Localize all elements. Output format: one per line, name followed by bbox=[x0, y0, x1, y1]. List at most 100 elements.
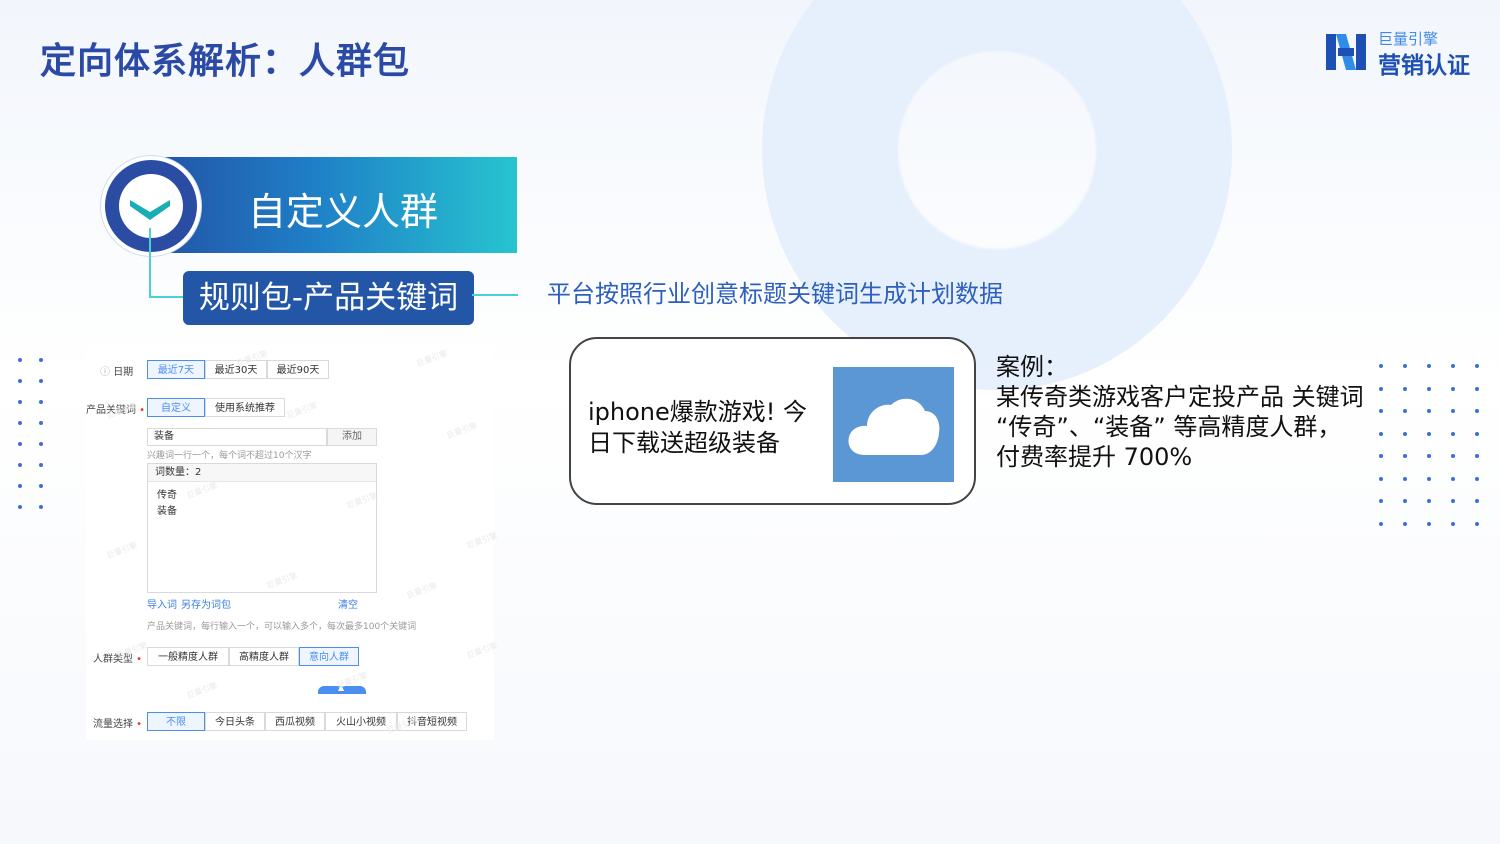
decorative-dot bbox=[1403, 499, 1407, 503]
logo-title: 营销认证 bbox=[1378, 53, 1470, 79]
decorative-dot bbox=[1403, 476, 1407, 481]
save-as-package-link[interactable]: 另存为词包 bbox=[181, 596, 231, 611]
keyword-mode-custom[interactable]: 自定义 bbox=[147, 398, 205, 417]
crowd-option-high[interactable]: 高精度人群 bbox=[229, 647, 299, 666]
decorative-dot bbox=[1451, 386, 1455, 391]
case-ad-card: iphone爆款游戏! 今日下载送超级装备 bbox=[569, 337, 976, 505]
crowd-option-general[interactable]: 一般精度人群 bbox=[147, 647, 229, 666]
watermark-text: 巨量引擎 bbox=[105, 540, 139, 561]
connector-vertical bbox=[149, 228, 151, 298]
decorative-dot bbox=[1379, 521, 1383, 526]
decorative-dot bbox=[1475, 521, 1479, 526]
watermark-text: 巨量引擎 bbox=[465, 640, 499, 661]
traffic-option-all[interactable]: 不限 bbox=[147, 712, 205, 731]
clear-link[interactable]: 清空 bbox=[338, 596, 358, 611]
logo-mark-icon bbox=[1326, 34, 1366, 70]
decorative-dot bbox=[18, 379, 22, 383]
decorative-dot bbox=[1451, 364, 1455, 368]
input-hint: 兴趣词一行一个，每个词不超过10个汉字 bbox=[147, 451, 312, 461]
rule-description: 平台按照行业创意标题关键词生成计划数据 bbox=[547, 280, 1003, 308]
decorative-dot bbox=[18, 358, 22, 362]
decorative-dot bbox=[1427, 499, 1431, 503]
date-option-90d[interactable]: 最近90天 bbox=[267, 360, 329, 379]
decorative-dot bbox=[39, 379, 43, 383]
watermark-text: 巨量引擎 bbox=[465, 530, 499, 551]
watermark-text: 巨量引擎 bbox=[405, 580, 439, 601]
cloud-icon bbox=[848, 398, 940, 455]
watermark-text: 巨量引擎 bbox=[185, 680, 219, 701]
traffic-label: 流量选择 • bbox=[93, 719, 143, 730]
connector-left bbox=[149, 296, 185, 298]
decorative-dot bbox=[39, 400, 43, 404]
watermark-text: 巨量引擎 bbox=[445, 420, 479, 441]
info-icon: ⓘ bbox=[100, 367, 110, 378]
decorative-dot bbox=[1475, 431, 1479, 436]
custom-audience-banner: 自定义人群 bbox=[148, 157, 517, 253]
crowd-option-intent[interactable]: 意向人群 bbox=[299, 647, 359, 666]
decorative-dot bbox=[1451, 499, 1455, 503]
decorative-dot bbox=[1427, 409, 1431, 413]
brand-logo: 巨量引擎 营销认证 bbox=[1324, 28, 1474, 79]
watermark-text: 巨量引擎 bbox=[285, 400, 319, 421]
decorative-dot bbox=[1475, 364, 1479, 368]
decorative-dot bbox=[18, 484, 22, 488]
decorative-dot bbox=[1451, 521, 1455, 526]
ad-image-placeholder bbox=[833, 367, 954, 482]
case-line-3: 付费率提升 700% bbox=[996, 443, 1193, 471]
decorative-dot bbox=[39, 421, 43, 425]
page-title: 定向体系解析：人群包 bbox=[40, 41, 411, 82]
keyword-item: 装备 bbox=[157, 506, 177, 517]
keyword-item: 传奇 bbox=[157, 490, 177, 501]
decorative-dot bbox=[1427, 431, 1431, 436]
case-line-2: “传奇”、“装备” 等高精度人群， bbox=[996, 413, 1342, 441]
decorative-dot bbox=[1427, 521, 1431, 526]
case-heading: 案例： bbox=[996, 353, 1068, 381]
keyword-list-box[interactable]: 词数量：2 传奇 装备 bbox=[147, 463, 377, 593]
case-line-1: 某传奇类游戏客户定投产品 关键词 bbox=[996, 383, 1364, 411]
traffic-option-xigua[interactable]: 西瓜视频 bbox=[265, 712, 325, 731]
decorative-dot bbox=[1379, 499, 1383, 503]
keyword-input[interactable]: 装备 bbox=[147, 428, 327, 446]
decorative-dot bbox=[39, 358, 43, 362]
decorative-dot bbox=[39, 484, 43, 488]
decorative-dot bbox=[1451, 454, 1455, 458]
decorative-dot bbox=[39, 505, 43, 509]
keyword-hint: 产品关键词，每行输入一个，可以输入多个，每次最多100个关键词 bbox=[147, 622, 417, 632]
date-label: ⓘ 日期 bbox=[100, 367, 134, 378]
decorative-dot bbox=[1451, 409, 1455, 413]
chevron-check-icon bbox=[130, 200, 170, 220]
case-description: 案例： 某传奇类游戏客户定投产品 关键词 “传奇”、“装备” 等高精度人群， 付… bbox=[996, 352, 1416, 472]
decorative-dot bbox=[1475, 454, 1479, 458]
decorative-dot bbox=[1451, 476, 1455, 481]
decorative-dot bbox=[1427, 454, 1431, 458]
decorative-dot bbox=[1427, 476, 1431, 481]
decorative-dot bbox=[39, 442, 43, 446]
add-keyword-button[interactable]: 添加 bbox=[327, 428, 377, 446]
rule-package-label: 规则包-产品关键词 bbox=[183, 271, 474, 325]
decorative-dot bbox=[39, 463, 43, 467]
decorative-dot bbox=[1475, 409, 1479, 413]
decorative-dot bbox=[18, 463, 22, 467]
keyword-mode-system[interactable]: 使用系统推荐 bbox=[205, 398, 285, 417]
ad-creative-text: iphone爆款游戏! 今日下载送超级装备 bbox=[588, 398, 808, 457]
decorative-dot bbox=[18, 421, 22, 425]
decorative-dot bbox=[1379, 476, 1383, 481]
decorative-dot bbox=[18, 505, 22, 509]
decorative-dot bbox=[1403, 521, 1407, 526]
decorative-dot bbox=[1451, 431, 1455, 436]
connector-right bbox=[472, 294, 518, 296]
decorative-dot bbox=[1427, 386, 1431, 391]
decorative-dot bbox=[18, 400, 22, 404]
watermark-text: 巨量引擎 bbox=[415, 348, 449, 369]
date-option-7d[interactable]: 最近7天 bbox=[147, 360, 205, 379]
decorative-dot bbox=[1475, 476, 1479, 481]
decorative-dot bbox=[1475, 499, 1479, 503]
traffic-option-toutiao[interactable]: 今日头条 bbox=[205, 712, 265, 731]
targeting-form-screenshot: ⓘ 日期 最近7天 最近30天 最近90天 产品关键词 • 自定义 使用系统推荐… bbox=[86, 345, 499, 740]
decorative-dot bbox=[1427, 364, 1431, 368]
banner-label: 自定义人群 bbox=[248, 190, 439, 234]
decorative-dot bbox=[18, 442, 22, 446]
import-words-link[interactable]: 导入词 bbox=[147, 596, 177, 611]
word-count: 词数量：2 bbox=[148, 464, 376, 482]
decorative-dot bbox=[1475, 386, 1479, 391]
